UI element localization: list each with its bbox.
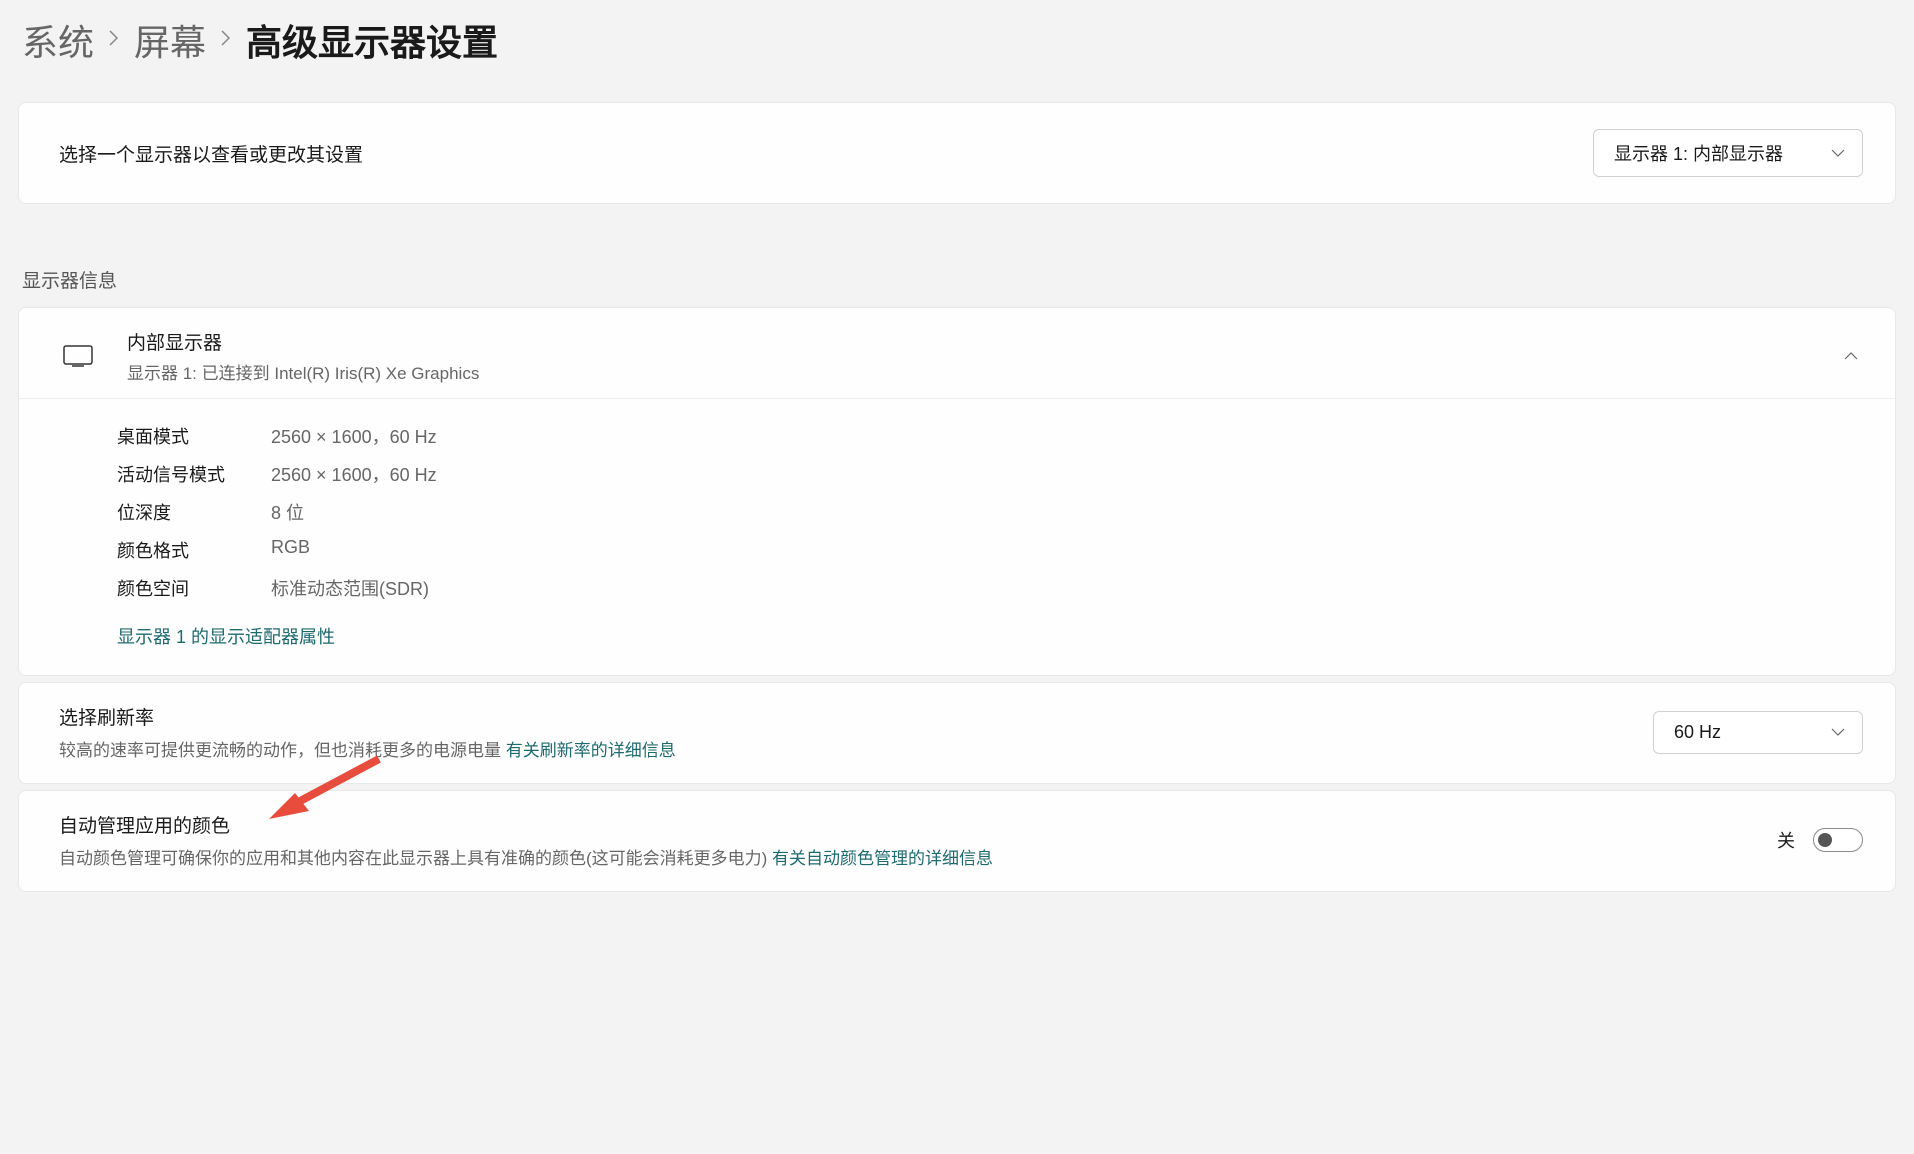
- auto-color-card: 自动管理应用的颜色 自动颜色管理可确保你的应用和其他内容在此显示器上具有准确的颜…: [18, 790, 1896, 892]
- breadcrumb: 系统 屏幕 高级显示器设置: [22, 14, 1896, 66]
- prop-key: 活动信号模式: [117, 461, 271, 487]
- display-selector[interactable]: 显示器 1: 内部显示器: [1593, 129, 1863, 177]
- prop-row-active-signal: 活动信号模式 2560 × 1600，60 Hz: [117, 461, 1855, 487]
- toggle-knob: [1818, 833, 1832, 847]
- page-title: 高级显示器设置: [246, 14, 498, 66]
- display-info-subtitle: 显示器 1: 已连接到 Intel(R) Iris(R) Xe Graphics: [127, 359, 479, 384]
- prop-key: 颜色格式: [117, 537, 271, 563]
- display-info-body: 桌面模式 2560 × 1600，60 Hz 活动信号模式 2560 × 160…: [19, 398, 1895, 675]
- chevron-right-icon: [108, 26, 120, 54]
- refresh-rate-title: 选择刷新率: [59, 703, 1653, 730]
- prop-val: RGB: [271, 537, 310, 563]
- auto-color-info-link[interactable]: 有关自动颜色管理的详细信息: [772, 849, 993, 868]
- auto-color-toggle[interactable]: [1813, 828, 1863, 852]
- prop-val: 2560 × 1600，60 Hz: [271, 461, 437, 487]
- prop-val: 2560 × 1600，60 Hz: [271, 423, 437, 449]
- auto-color-toggle-state: 关: [1777, 827, 1795, 853]
- display-info-header[interactable]: 内部显示器 显示器 1: 已连接到 Intel(R) Iris(R) Xe Gr…: [19, 308, 1895, 398]
- section-heading-display-info: 显示器信息: [22, 266, 1896, 293]
- display-info-card: 内部显示器 显示器 1: 已连接到 Intel(R) Iris(R) Xe Gr…: [18, 307, 1896, 676]
- auto-color-title: 自动管理应用的颜色: [59, 811, 1777, 838]
- refresh-rate-info-link[interactable]: 有关刷新率的详细信息: [506, 741, 676, 760]
- refresh-rate-value: 60 Hz: [1674, 722, 1721, 743]
- prop-key: 位深度: [117, 499, 271, 525]
- chevron-right-icon: [220, 26, 232, 54]
- prop-row-color-space: 颜色空间 标准动态范围(SDR): [117, 575, 1855, 601]
- select-display-label: 选择一个显示器以查看或更改其设置: [59, 140, 363, 167]
- display-adapter-properties-link[interactable]: 显示器 1 的显示适配器属性: [117, 623, 335, 649]
- monitor-icon: [63, 345, 93, 367]
- refresh-rate-desc: 较高的速率可提供更流畅的动作，但也消耗更多的电源电量 有关刷新率的详细信息: [59, 736, 1653, 761]
- refresh-rate-selector[interactable]: 60 Hz: [1653, 711, 1863, 754]
- refresh-rate-card: 选择刷新率 较高的速率可提供更流畅的动作，但也消耗更多的电源电量 有关刷新率的详…: [18, 682, 1896, 784]
- prop-key: 桌面模式: [117, 423, 271, 449]
- prop-row-desktop-mode: 桌面模式 2560 × 1600，60 Hz: [117, 423, 1855, 449]
- prop-val: 8 位: [271, 499, 304, 525]
- prop-row-color-format: 颜色格式 RGB: [117, 537, 1855, 563]
- display-selector-value: 显示器 1: 内部显示器: [1614, 140, 1783, 166]
- prop-val: 标准动态范围(SDR): [271, 575, 429, 601]
- select-display-card: 选择一个显示器以查看或更改其设置 显示器 1: 内部显示器: [18, 102, 1896, 204]
- chevron-up-icon: [1843, 351, 1859, 361]
- breadcrumb-system[interactable]: 系统: [22, 14, 94, 66]
- prop-key: 颜色空间: [117, 575, 271, 601]
- auto-color-desc: 自动颜色管理可确保你的应用和其他内容在此显示器上具有准确的颜色(这可能会消耗更多…: [59, 844, 1777, 869]
- display-info-title: 内部显示器: [127, 328, 479, 355]
- prop-row-bit-depth: 位深度 8 位: [117, 499, 1855, 525]
- chevron-down-icon: [1830, 727, 1846, 737]
- breadcrumb-display[interactable]: 屏幕: [134, 14, 206, 66]
- chevron-down-icon: [1830, 148, 1846, 158]
